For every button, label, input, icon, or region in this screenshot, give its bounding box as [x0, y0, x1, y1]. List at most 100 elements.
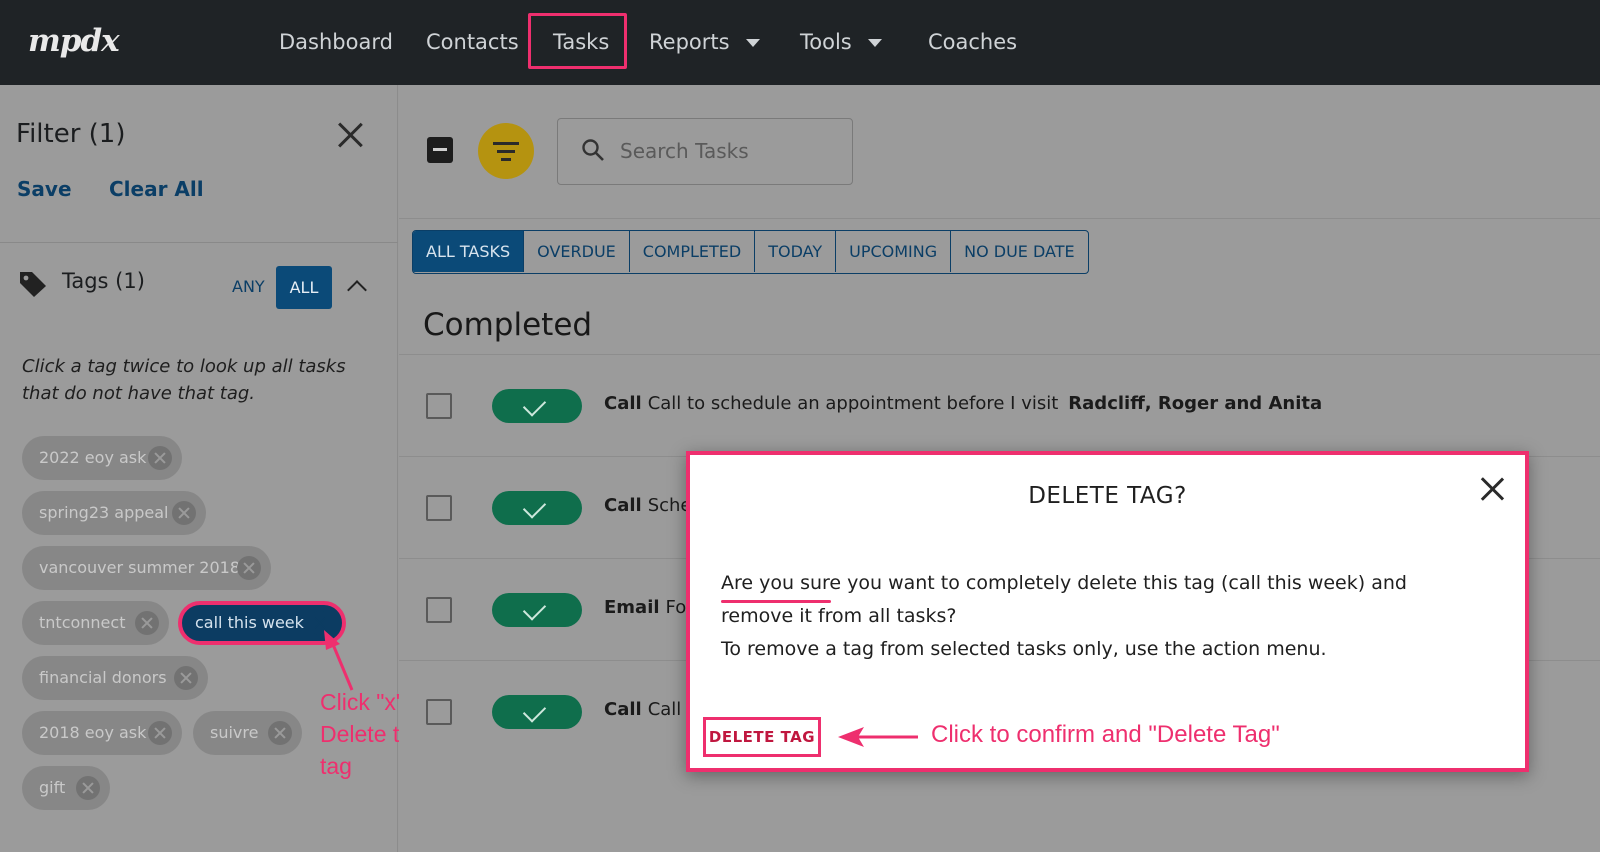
tag-chip[interactable]: gift [22, 766, 110, 810]
tag-chip[interactable]: financial donors [22, 656, 208, 700]
task-text: Email Fol [604, 597, 691, 618]
annotation-arrow-icon [324, 630, 354, 691]
tag-chip[interactable]: spring23 appeal [22, 491, 206, 535]
close-icon[interactable] [1480, 477, 1504, 501]
remove-tag-icon[interactable] [148, 721, 172, 745]
tag-chip-label: tntconnect [39, 613, 126, 632]
nav-tools[interactable]: Tools [800, 24, 883, 60]
annotation-arrow-icon [838, 727, 918, 747]
delete-tag-button[interactable]: DELETE TAG [703, 717, 821, 757]
toolbar-divider [399, 218, 1600, 219]
tag-icon [20, 272, 46, 297]
top-navigation: mpdx Dashboard Contacts Tasks Reports To… [0, 0, 1600, 85]
tag-chip-label: 2018 eoy ask [39, 723, 147, 742]
task-type: Call [604, 393, 642, 414]
tab-overdue[interactable]: OVERDUE [524, 231, 630, 272]
filter-toggle-button[interactable] [478, 123, 534, 179]
filter-icon-line [493, 142, 519, 145]
tab-today[interactable]: TODAY [755, 231, 837, 272]
tag-chip[interactable]: 2022 eoy ask [22, 436, 182, 480]
tag-chip-label: vancouver summer 2018 [39, 558, 240, 577]
nav-contacts-label: Contacts [426, 30, 519, 54]
task-checkbox[interactable] [426, 495, 452, 521]
filter-divider [0, 242, 398, 243]
tag-chip-label: gift [39, 778, 66, 797]
mpdx-logo[interactable]: mpdx [28, 17, 148, 65]
search-icon [582, 139, 604, 161]
tags-section-label: Tags (1) [62, 269, 145, 293]
task-complete-toggle[interactable] [492, 695, 582, 729]
filter-icon-line [497, 150, 515, 153]
search-input[interactable] [620, 139, 840, 163]
task-checkbox[interactable] [426, 597, 452, 623]
task-complete-toggle[interactable] [492, 491, 582, 525]
task-type: Call [604, 699, 642, 720]
task-checkbox[interactable] [426, 393, 452, 419]
nav-contacts[interactable]: Contacts [426, 24, 519, 60]
filter-title: Filter (1) [16, 119, 126, 149]
tag-chip[interactable]: suivre [193, 711, 302, 755]
annotation-underline [721, 600, 831, 603]
nav-tools-label: Tools [800, 30, 852, 54]
tag-chip-label: suivre [210, 723, 259, 742]
task-type: Call [604, 495, 642, 516]
filter-icon-line [501, 158, 511, 161]
nav-reports[interactable]: Reports [649, 24, 761, 60]
delete-tag-dialog: DELETE TAG? Are you sure you want to com… [686, 451, 1529, 772]
task-subject: Call to schedule an appointment before I… [647, 393, 1059, 414]
nav-dashboard-label: Dashboard [279, 30, 393, 54]
task-text: Call Call to schedule an appointment befo… [604, 393, 1322, 414]
task-type: Email [604, 597, 660, 618]
remove-tag-icon[interactable] [135, 611, 159, 635]
select-all-checkbox[interactable] [427, 137, 453, 163]
remove-tag-icon[interactable] [174, 666, 198, 690]
tag-chip-label: spring23 appeal [39, 503, 169, 522]
task-tabs: ALL TASKS OVERDUE COMPLETED TODAY UPCOMI… [412, 230, 1089, 274]
tab-no-due-date[interactable]: NO DUE DATE [951, 231, 1088, 272]
section-title: Completed [423, 307, 593, 343]
tags-any-toggle[interactable]: ANY [232, 277, 265, 296]
dialog-message-line-2: To remove a tag from selected tasks only… [721, 638, 1327, 660]
remove-tag-icon[interactable] [268, 721, 292, 745]
task-subject: Sche [647, 495, 692, 516]
task-complete-toggle[interactable] [492, 389, 582, 423]
tag-chip[interactable]: tntconnect [22, 601, 169, 645]
tab-all-tasks[interactable]: ALL TASKS [413, 231, 525, 272]
nav-coaches-label: Coaches [928, 30, 1018, 54]
dialog-message-line-1: Are you sure you want to completely dele… [721, 572, 1407, 627]
task-checkbox[interactable] [426, 699, 452, 725]
nav-reports-label: Reports [649, 30, 730, 54]
tags-all-toggle[interactable]: ALL [276, 266, 332, 309]
chevron-down-icon [868, 39, 883, 47]
save-filter-button[interactable]: Save [17, 177, 72, 201]
remove-tag-icon[interactable] [237, 556, 261, 580]
tags-hint: Click a tag twice to look up all tasks t… [22, 356, 346, 404]
tab-completed[interactable]: COMPLETED [630, 231, 756, 272]
tab-upcoming[interactable]: UPCOMING [836, 231, 952, 272]
chevron-up-icon[interactable] [347, 280, 367, 300]
dialog-title: DELETE TAG? [1028, 483, 1187, 509]
tag-chip-label: 2022 eoy ask [39, 448, 147, 467]
logo-text: mpdx [28, 23, 120, 59]
close-icon[interactable] [336, 121, 364, 149]
task-text: Call Sche [604, 495, 692, 516]
task-complete-toggle[interactable] [492, 593, 582, 627]
tag-chip-label: call this week [195, 613, 304, 632]
task-text: Call Call t [604, 699, 694, 720]
chevron-down-icon [746, 39, 761, 47]
remove-tag-icon[interactable] [76, 776, 100, 800]
remove-tag-icon[interactable] [172, 501, 196, 525]
tag-chip-label: financial donors [39, 668, 167, 687]
task-contact[interactable]: Radcliff, Roger and Anita [1068, 393, 1322, 414]
nav-coaches[interactable]: Coaches [928, 24, 1017, 60]
remove-tag-icon[interactable] [148, 446, 172, 470]
task-row[interactable]: Call Call to schedule an appointment befo… [399, 355, 1600, 457]
tag-chip[interactable]: vancouver summer 2018 [22, 546, 271, 590]
tag-chip[interactable]: 2018 eoy ask [22, 711, 182, 755]
clear-all-button[interactable]: Clear All [109, 177, 204, 201]
annotation-confirm-hint: Click to confirm and "Delete Tag" [931, 721, 1280, 748]
search-box[interactable] [557, 118, 853, 185]
nav-dashboard[interactable]: Dashboard [279, 24, 393, 60]
dialog-message: Are you sure you want to completely dele… [721, 567, 1481, 666]
nav-tasks-highlight [528, 13, 627, 69]
